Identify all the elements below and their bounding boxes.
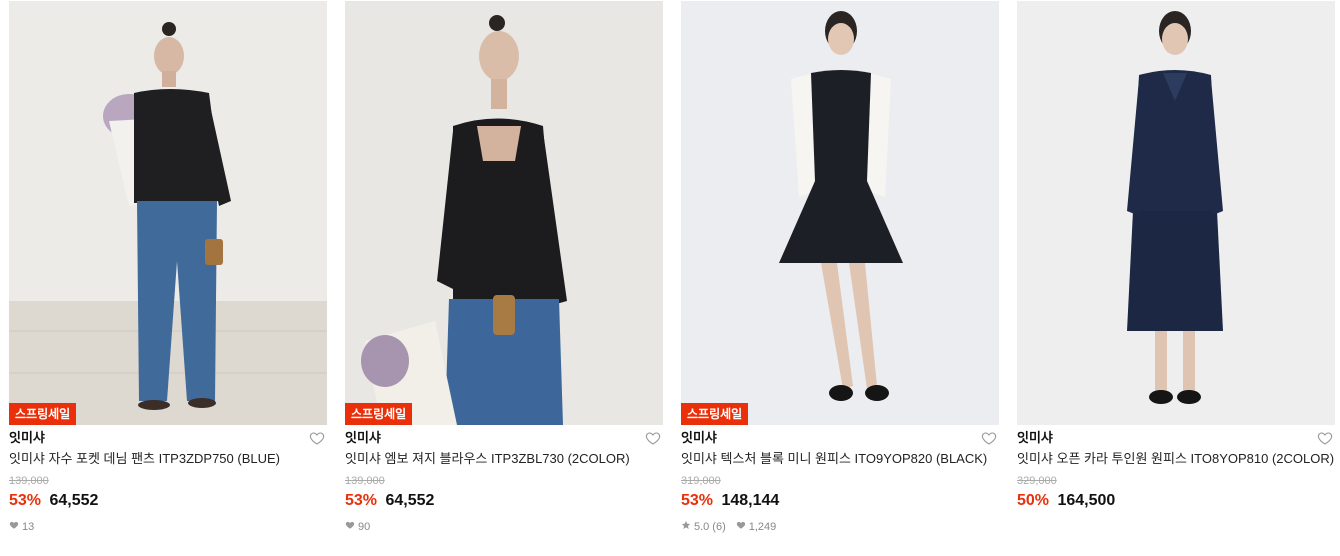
product-card[interactable]: 잇미샤 잇미샤 오픈 카라 투인원 원피스 ITO8YOP810 (2COLOR… [1017,1,1335,512]
product-meta: 5.0 (6) 1,249 [681,520,999,534]
product-card[interactable]: 스프링세일 잇미샤 잇미샤 자수 포켓 데님 팬츠 ITP3ZDP750 (BL… [9,1,327,534]
product-name[interactable]: 잇미샤 텍스처 블록 미니 원피스 ITO9YOP820 (BLACK) [681,450,999,468]
price-row: 53% 148,144 [681,490,999,512]
rating-score: 5.0 [694,521,710,533]
price-row: 53% 64,552 [345,490,663,512]
original-price: 139,000 [345,475,385,487]
heart-outline-icon[interactable] [981,430,997,446]
product-name[interactable]: 잇미샤 자수 포켓 데님 팬츠 ITP3ZDP750 (BLUE) [9,450,327,468]
original-price: 329,000 [1017,475,1057,487]
discount-rate: 53% [681,492,714,509]
discount-rate: 53% [345,492,378,509]
sale-badge: 스프링세일 [9,403,77,425]
heart-filled-icon [345,520,355,534]
heart-outline-icon[interactable] [645,430,661,446]
heart-outline-icon[interactable] [309,430,325,446]
original-price: 319,000 [681,475,721,487]
like-count: 1,249 [748,521,777,533]
product-name[interactable]: 잇미샤 엠보 져지 블라우스 ITP3ZBL730 (2COLOR) [345,450,663,468]
brand-name[interactable]: 잇미샤 [9,427,327,449]
heart-filled-icon [736,520,746,534]
sale-price: 164,500 [1057,492,1116,509]
product-image[interactable]: 스프링세일 [345,1,663,425]
like-count: 13 [22,521,35,533]
product-image[interactable]: 스프링세일 [681,1,999,425]
price-row: 50% 164,500 [1017,490,1335,512]
discount-rate: 50% [1017,492,1050,509]
product-card[interactable]: 스프링세일 잇미샤 잇미샤 텍스처 블록 미니 원피스 ITO9YOP820 (… [681,1,999,534]
sale-price: 64,552 [49,492,99,509]
brand-name[interactable]: 잇미샤 [681,427,999,449]
heart-filled-icon [9,520,19,534]
sale-badge: 스프링세일 [681,403,749,425]
sale-price: 64,552 [385,492,435,509]
price-row: 53% 64,552 [9,490,327,512]
product-meta: 90 [345,520,663,534]
product-grid: 스프링세일 잇미샤 잇미샤 자수 포켓 데님 팬츠 ITP3ZDP750 (BL… [0,0,1340,556]
product-meta: 13 [9,520,327,534]
product-name[interactable]: 잇미샤 오픈 카라 투인원 원피스 ITO8YOP810 (2COLOR) [1017,450,1335,468]
star-icon [681,520,691,534]
product-image[interactable]: 스프링세일 [9,1,327,425]
review-count: (6) [712,521,726,533]
discount-rate: 53% [9,492,42,509]
sale-price: 148,144 [721,492,780,509]
sale-badge: 스프링세일 [345,403,413,425]
product-image[interactable] [1017,1,1335,425]
brand-name[interactable]: 잇미샤 [345,427,663,449]
original-price: 139,000 [9,475,49,487]
heart-outline-icon[interactable] [1317,430,1333,446]
product-card[interactable]: 스프링세일 잇미샤 잇미샤 엠보 져지 블라우스 ITP3ZBL730 (2CO… [345,1,663,534]
like-count: 90 [358,521,371,533]
brand-name[interactable]: 잇미샤 [1017,427,1335,449]
